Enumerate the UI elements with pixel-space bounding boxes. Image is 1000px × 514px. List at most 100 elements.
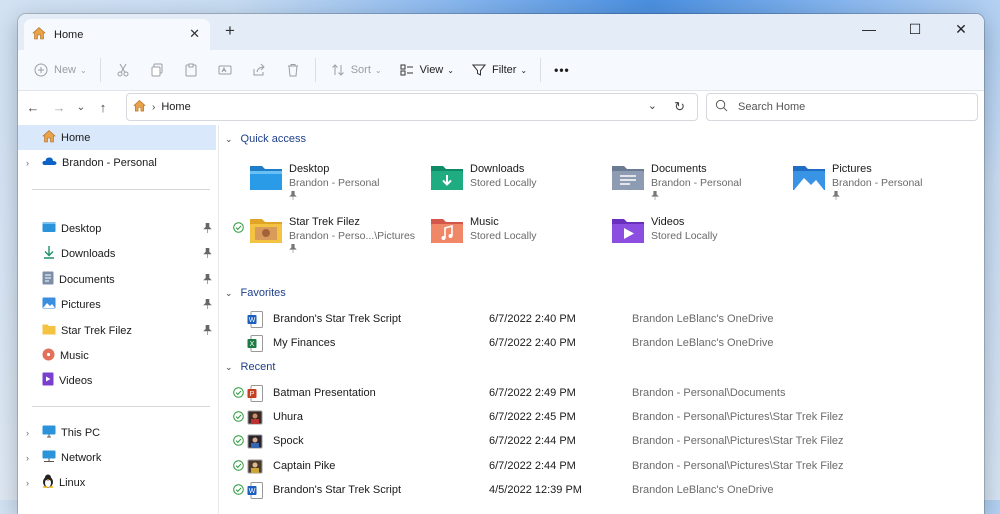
item-name: Music — [470, 216, 499, 228]
search-box[interactable] — [706, 93, 978, 121]
tab-home[interactable]: Home ✕ — [24, 19, 210, 50]
search-input[interactable] — [736, 100, 960, 114]
filter-button[interactable]: Filter ⌄ — [462, 55, 535, 85]
item-name: Videos — [651, 216, 685, 228]
share-button[interactable] — [242, 55, 276, 85]
up-button[interactable]: ↑ — [90, 94, 116, 120]
back-button[interactable]: ← — [20, 94, 46, 120]
sidebar-item-music[interactable]: Music — [18, 343, 216, 368]
pin-icon[interactable] — [203, 324, 212, 338]
sidebar-item-home[interactable]: Home — [18, 125, 216, 150]
sidebar-item-label: Star Trek Filez — [61, 324, 132, 337]
image-file-icon — [247, 409, 263, 429]
rename-button[interactable] — [208, 55, 242, 85]
chevron-down-icon: ⌄ — [80, 65, 87, 75]
quick-access-item[interactable]: Documents Brandon - Personal — [581, 163, 761, 207]
svg-text:X: X — [250, 341, 255, 348]
item-location: Stored Locally — [651, 230, 718, 242]
search-icon — [715, 99, 728, 115]
sidebar-item-linux[interactable]: › Linux — [18, 470, 216, 495]
quick-access-item[interactable]: Desktop Brandon - Personal — [219, 163, 399, 207]
cut-button[interactable] — [106, 55, 140, 85]
sidebar-item-desktop[interactable]: Desktop — [18, 216, 216, 241]
file-name: Uhura — [273, 411, 303, 423]
desktop-folder-icon — [249, 163, 283, 194]
list-item[interactable]: X My Finances 6/7/2022 2:40 PM Brandon L… — [219, 332, 984, 356]
arrow-up-icon: ↑ — [99, 99, 107, 115]
pin-icon[interactable] — [203, 273, 212, 287]
breadcrumb[interactable]: Home — [161, 101, 190, 113]
sidebar-item-onedrive[interactable]: › Brandon - Personal — [18, 150, 216, 175]
close-tab-icon[interactable]: ✕ — [189, 27, 200, 41]
sort-button[interactable]: Sort ⌄ — [321, 55, 390, 85]
pin-icon[interactable] — [203, 298, 212, 312]
maximize-button[interactable]: ☐ — [892, 14, 938, 44]
quick-access-item[interactable]: Videos Stored Locally — [581, 216, 761, 260]
share-icon — [250, 61, 268, 79]
sidebar-item-network[interactable]: › Network — [18, 445, 216, 470]
section-recent[interactable]: ⌄ Recent — [225, 361, 275, 373]
item-location: Brandon - Personal — [289, 177, 380, 189]
pin-icon[interactable] — [203, 222, 212, 236]
copy-button[interactable] — [140, 55, 174, 85]
list-item[interactable]: Spock 6/7/2022 2:44 PM Brandon - Persona… — [219, 430, 984, 454]
video-icon — [42, 372, 54, 389]
item-name: Documents — [651, 163, 707, 175]
sidebar-item-documents[interactable]: Documents — [18, 267, 216, 292]
close-window-button[interactable]: ✕ — [938, 14, 984, 44]
list-item[interactable]: Captain Pike 6/7/2022 2:44 PM Brandon - … — [219, 455, 984, 479]
file-location: Brandon LeBlanc's OneDrive — [632, 337, 774, 349]
address-dropdown-icon[interactable]: ⌄ — [648, 99, 657, 112]
sidebar-item-this-pc[interactable]: › This PC — [18, 420, 216, 445]
chevron-right-icon[interactable]: › — [26, 158, 29, 168]
address-bar[interactable]: › Home ⌄ ↻ — [126, 93, 698, 121]
list-item[interactable]: W Brandon's Star Trek Script 6/7/2022 2:… — [219, 308, 984, 332]
file-location: Brandon - Personal\Documents — [632, 387, 786, 399]
file-location: Brandon - Personal\Pictures\Star Trek Fi… — [632, 435, 844, 447]
sidebar-item-label: Music — [60, 349, 89, 362]
quick-access-item[interactable]: Downloads Stored Locally — [400, 163, 580, 207]
file-name: Spock — [273, 435, 304, 447]
svg-text:W: W — [249, 488, 256, 495]
more-icon: ••• — [554, 63, 570, 77]
list-item[interactable]: W Brandon's Star Trek Script 4/5/2022 12… — [219, 479, 984, 503]
delete-button[interactable] — [276, 55, 310, 85]
item-name: Star Trek Filez — [289, 216, 360, 228]
quick-access-item[interactable]: Pictures Brandon - Personal — [762, 163, 942, 207]
sidebar-item-star-trek-filez[interactable]: Star Trek Filez — [18, 318, 216, 343]
list-item[interactable]: Uhura 6/7/2022 2:45 PM Brandon - Persona… — [219, 406, 984, 430]
view-button[interactable]: View ⌄ — [390, 55, 462, 85]
pin-icon[interactable] — [203, 247, 212, 261]
forward-button[interactable]: → — [46, 94, 72, 120]
sidebar-item-label: Brandon - Personal — [62, 156, 157, 169]
chevron-right-icon[interactable]: › — [26, 428, 29, 438]
new-tab-button[interactable]: + — [225, 22, 235, 40]
list-item[interactable]: P Batman Presentation 6/7/2022 2:49 PM B… — [219, 382, 984, 406]
pin-icon — [832, 190, 840, 203]
sidebar-item-downloads[interactable]: Downloads — [18, 241, 216, 266]
sidebar-item-videos[interactable]: Videos — [18, 368, 216, 393]
address-row: ← → ⌄ ↑ › Home ⌄ ↻ — [18, 91, 984, 123]
section-quick-access[interactable]: ⌄ Quick access — [225, 133, 306, 145]
section-title: Quick access — [240, 133, 306, 145]
section-favorites[interactable]: ⌄ Favorites — [225, 287, 286, 299]
recent-locations-button[interactable]: ⌄ — [72, 94, 90, 120]
quick-access-item[interactable]: Star Trek Filez Brandon - Perso...\Pictu… — [219, 216, 415, 260]
more-options-button[interactable]: ••• — [546, 55, 578, 85]
pin-icon — [651, 190, 659, 203]
sort-icon — [329, 61, 347, 79]
chevron-right-icon[interactable]: › — [26, 453, 29, 463]
minimize-button[interactable]: — — [846, 14, 892, 44]
quick-access-item[interactable]: Music Stored Locally — [400, 216, 580, 260]
chevron-right-icon[interactable]: › — [26, 478, 29, 488]
chevron-down-icon: ⌄ — [374, 65, 382, 75]
item-location: Brandon - Personal — [651, 177, 742, 189]
refresh-icon[interactable]: ↻ — [674, 99, 685, 115]
music-folder-icon — [430, 216, 464, 247]
file-date: 6/7/2022 2:40 PM — [489, 313, 576, 325]
paste-button[interactable] — [174, 55, 208, 85]
sidebar-item-pictures[interactable]: Pictures — [18, 292, 216, 317]
image-file-icon — [247, 458, 263, 478]
new-button[interactable]: New ⌄ — [24, 55, 95, 85]
content-pane: ⌄ Quick access Desktop Brandon - Persona… — [219, 125, 984, 514]
